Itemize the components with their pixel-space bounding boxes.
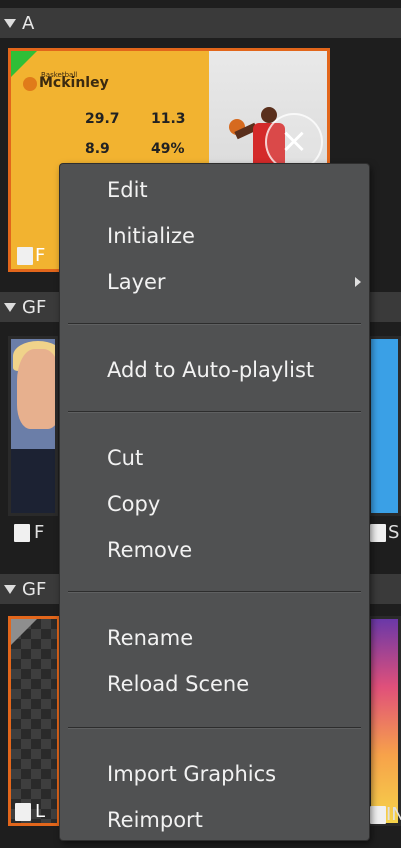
close-icon[interactable]: ×: [265, 113, 323, 171]
menu-item-copy[interactable]: Copy: [60, 486, 369, 522]
scene-file-icon: [15, 803, 31, 821]
menu-item-reload-scene[interactable]: Reload Scene: [60, 666, 369, 702]
stat-value: 11.3: [151, 111, 186, 127]
menu-item-label: Layer: [107, 270, 166, 294]
context-menu: Edit Initialize Layer Add to Auto-playli…: [60, 164, 369, 840]
stat-value: 49%: [151, 141, 185, 157]
thumbnail-label: F: [35, 245, 46, 266]
menu-item-reimport[interactable]: Reimport: [60, 802, 369, 838]
menu-separator: [68, 591, 361, 593]
status-corner-icon: [11, 619, 37, 645]
section-label: GF: [22, 578, 47, 600]
submenu-arrow-icon: [355, 277, 361, 287]
brand-name: Mckinley: [39, 75, 109, 91]
section-label: A: [22, 12, 35, 34]
menu-item-import-graphics[interactable]: Import Graphics: [60, 756, 369, 792]
scene-file-icon: [17, 247, 33, 265]
menu-item-cut[interactable]: Cut: [60, 440, 369, 476]
section-label: GF: [22, 296, 47, 318]
menu-separator: [68, 323, 361, 325]
section-header-a[interactable]: A: [0, 8, 401, 38]
stat-value: 29.7: [85, 111, 120, 127]
status-corner-icon: [11, 51, 37, 77]
menu-separator: [68, 727, 361, 729]
stat-value: 8.9: [85, 141, 110, 157]
menu-item-layer[interactable]: Layer: [60, 264, 369, 300]
scene-thumbnail-blue[interactable]: [368, 336, 401, 516]
collapse-triangle-icon[interactable]: [4, 302, 16, 312]
menu-separator: [68, 411, 361, 413]
scene-file-icon: [14, 524, 30, 542]
basketball-logo-icon: [23, 77, 37, 91]
scene-thumbnail-gradient[interactable]: [368, 616, 401, 826]
collapse-triangle-icon[interactable]: [4, 18, 16, 28]
menu-item-edit[interactable]: Edit: [60, 172, 369, 208]
thumbnail-label: S: [388, 522, 400, 543]
menu-item-add-to-auto-playlist[interactable]: Add to Auto-playlist: [60, 352, 369, 388]
menu-item-initialize[interactable]: Initialize: [60, 218, 369, 254]
scene-file-icon: [370, 806, 386, 824]
thumbnail-label: L: [35, 801, 46, 822]
collapse-triangle-icon[interactable]: [4, 584, 16, 594]
thumbnail-label: IN: [386, 804, 401, 825]
thumbnail-label: F: [34, 522, 45, 543]
menu-item-remove[interactable]: Remove: [60, 532, 369, 568]
scene-thumbnail-transparent[interactable]: L: [8, 616, 60, 826]
scene-thumbnail-portrait[interactable]: [8, 336, 58, 516]
scene-file-icon: [370, 524, 386, 542]
menu-item-rename[interactable]: Rename: [60, 620, 369, 656]
